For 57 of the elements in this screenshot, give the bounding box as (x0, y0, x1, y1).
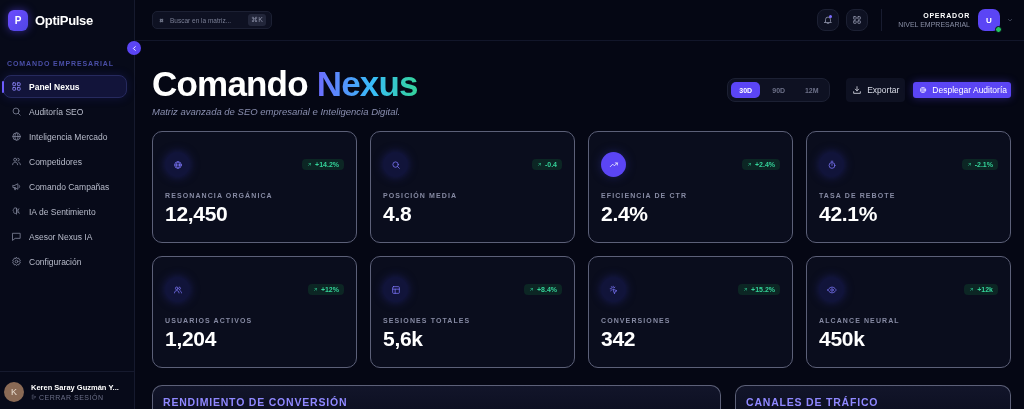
stat-value: 342 (601, 327, 637, 351)
deploy-audit-button[interactable]: Desplegar Auditoría (913, 82, 1011, 98)
settings-icon (11, 256, 22, 267)
stat-value: 2.4% (601, 202, 649, 226)
search-icon (390, 159, 401, 170)
arrow-up-right-icon (528, 287, 534, 292)
layout-icon (390, 284, 401, 295)
arrow-up-right-icon (312, 287, 318, 292)
logo-icon: P (8, 10, 28, 31)
stat-value: 12,450 (165, 202, 229, 226)
arrow-up-right-icon (743, 287, 749, 292)
collapse-button[interactable] (127, 41, 141, 55)
arrow-up-right-icon (746, 162, 752, 167)
nav-item[interactable]: IA de Sentimiento (3, 200, 127, 223)
nav-item[interactable]: Asesor Nexus IA (3, 225, 127, 248)
download-icon (852, 85, 863, 95)
arrow-up-right-icon (536, 162, 542, 167)
panel-title: RENDIMIENTO DE CONVERSIÓN (163, 396, 348, 408)
panel-title: CANALES DE TRÁFICO (746, 396, 879, 408)
stat-value: 5,6k (383, 327, 424, 351)
nav-item[interactable]: Comando Campañas (3, 175, 127, 198)
chevron-down-icon (1006, 16, 1014, 24)
user-avatar[interactable]: U (978, 9, 1000, 31)
stat-value: 1,204 (165, 327, 218, 351)
globe-icon (11, 131, 22, 142)
arrow-up-right-icon (966, 162, 972, 167)
apps-button[interactable] (846, 9, 869, 31)
eye-icon (826, 284, 837, 295)
users-icon (172, 284, 183, 295)
nav-item[interactable]: Competidores (3, 150, 127, 173)
nav-item[interactable]: Panel Nexus (3, 75, 127, 98)
user-avatar: K (4, 381, 24, 402)
cursor-click-icon (608, 284, 619, 295)
nav-item[interactable]: Auditoría SEO (3, 100, 127, 123)
megaphone-icon (11, 181, 22, 192)
trend-up-icon (608, 159, 619, 170)
brand-name: OptiPulse (35, 13, 93, 28)
search-icon (11, 106, 22, 117)
stat-value: 450k (819, 327, 866, 351)
stat-value: 42.1% (819, 202, 879, 226)
chat-bubble-icon (11, 231, 22, 242)
users-icon (11, 156, 22, 167)
nav-item[interactable]: Inteligencia Mercado (3, 125, 127, 148)
export-button[interactable]: Exportar (846, 78, 906, 102)
globe-icon (172, 159, 183, 170)
grid-icon (11, 81, 22, 92)
notifications-button[interactable] (817, 9, 840, 31)
bell-icon (823, 15, 834, 25)
arrow-up-right-icon (307, 162, 313, 167)
stat-value: 4.8 (383, 202, 413, 226)
stopwatch-icon (826, 159, 837, 170)
arrow-up-right-icon (969, 287, 975, 292)
grid-icon (852, 15, 863, 25)
target-icon (919, 86, 928, 94)
page-title: Comando Nexus (152, 63, 419, 104)
page-subtitle: Matriz avanzada de SEO empresarial e Inteligencia Digital. (152, 105, 402, 117)
nav-item[interactable]: Configuración (3, 250, 127, 273)
